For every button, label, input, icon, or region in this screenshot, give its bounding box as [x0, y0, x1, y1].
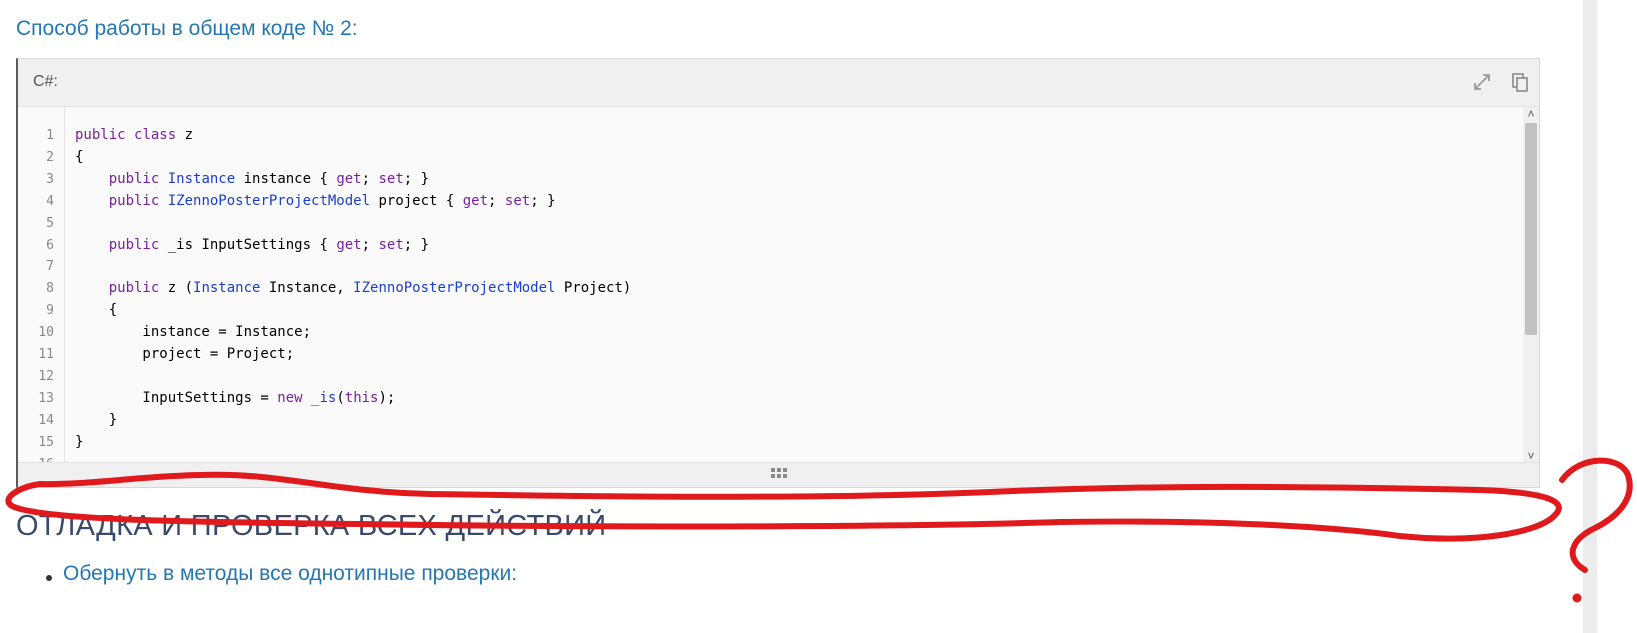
code-line: { [75, 302, 117, 318]
code-editor[interactable]: 12345678910111213141516 public class z{ … [18, 107, 1539, 463]
language-label: C#: [33, 73, 58, 90]
code-token: _is InputSettings { [159, 236, 337, 253]
code-token: ; [361, 236, 379, 253]
code-line: project = Project; [75, 346, 294, 362]
bullet-marker [46, 575, 52, 581]
line-number: 4 [46, 193, 54, 209]
code-header: C#: [18, 59, 1539, 107]
line-number: 1 [46, 128, 54, 143]
code-token: class [134, 127, 177, 143]
code-token: set [504, 192, 531, 209]
code-token: IZennoPosterProjectModel [167, 192, 371, 209]
grip-icon[interactable] [770, 468, 787, 487]
line-number: 13 [38, 390, 54, 406]
line-number: 12 [38, 368, 54, 384]
code-token: } [75, 411, 118, 428]
section-title: ОТЛАДКА И ПРОВЕРКА ВСЕХ ДЕЙСТВИЙ [16, 510, 607, 542]
code-token: public [108, 236, 160, 253]
code-token: Instance, [260, 280, 354, 297]
code-token: set [378, 236, 404, 253]
heading-link[interactable]: Способ работы в общем коде № 2: [16, 17, 358, 41]
code-token: get [336, 236, 362, 253]
line-number: 3 [46, 171, 54, 187]
code-token: } [75, 433, 84, 450]
code-token: IZennoPosterProjectModel [353, 280, 556, 297]
chevron-down-icon[interactable]: ˅ [1523, 449, 1539, 463]
code-token: public [75, 127, 126, 143]
code-token: InputSettings = [75, 389, 278, 406]
line-number: 5 [46, 215, 54, 231]
line-number: 2 [46, 149, 54, 165]
code-token: Instance [193, 280, 261, 297]
line-number: 11 [38, 347, 54, 362]
code-token: instance { [235, 170, 337, 187]
scrollbar-thumb[interactable] [1525, 123, 1537, 335]
line-number-gutter: 12345678910111213141516 [18, 107, 65, 463]
line-number: 6 [46, 237, 54, 253]
bullet-link[interactable]: Обернуть в методы все однотипные проверк… [63, 562, 517, 586]
code-token: _is [311, 389, 337, 406]
code-token: public [108, 170, 160, 187]
line-number: 14 [38, 412, 54, 428]
code-token: new [277, 389, 303, 406]
code-token: Instance [167, 170, 236, 187]
copy-icon[interactable] [1509, 71, 1531, 93]
code-token: public [108, 192, 160, 209]
code-token: z [176, 127, 194, 143]
code-token: get [336, 170, 362, 187]
code-line: public Instance instance { get; set; } [75, 171, 429, 187]
line-number: 10 [38, 325, 54, 341]
page-scrollbar-track[interactable] [1583, 0, 1597, 633]
line-number: 7 [46, 259, 54, 275]
code-token: instance = Instance; [75, 324, 312, 341]
code-token: ; } [403, 236, 430, 253]
code-token: this [344, 389, 379, 406]
code-line: } [75, 412, 117, 428]
code-token: { [75, 148, 84, 165]
code-token: ; } [530, 192, 556, 209]
code-token: Project) [555, 280, 632, 297]
code-token: ( [336, 389, 345, 406]
code-token: set [378, 170, 404, 187]
code-line: InputSettings = new _is(this); [75, 390, 395, 406]
code-line: } [75, 434, 83, 450]
code-token: { [75, 302, 118, 319]
vertical-scrollbar[interactable]: ˄ ˅ [1523, 107, 1539, 463]
code-line: public z (Instance Instance, IZennoPoste… [75, 280, 632, 297]
code-line: public _is InputSettings { get; set; } [75, 237, 429, 253]
line-number: 9 [46, 303, 54, 319]
expand-icon[interactable] [1471, 71, 1493, 93]
code-token: get [462, 192, 489, 209]
code-line: { [75, 149, 83, 165]
code-line: public class z [75, 127, 193, 143]
code-token: project { [370, 192, 463, 209]
code-line: instance = Instance; [75, 324, 311, 340]
code-token: ; [361, 170, 379, 187]
code-block: C#: 12345678910111213141516 public class… [16, 58, 1540, 488]
code-token: ; } [403, 170, 430, 187]
line-number: 8 [46, 281, 54, 297]
code-token: project = Project; [75, 346, 295, 362]
chevron-up-icon[interactable]: ˄ [1523, 107, 1539, 121]
code-token: ; [488, 192, 505, 209]
resize-handle[interactable] [18, 462, 1539, 487]
code-token: ); [378, 389, 396, 406]
code-line: public IZennoPosterProjectModel project … [75, 193, 556, 209]
code-token: z ( [159, 280, 194, 297]
line-number: 15 [38, 434, 54, 450]
code-token: public [108, 280, 160, 297]
